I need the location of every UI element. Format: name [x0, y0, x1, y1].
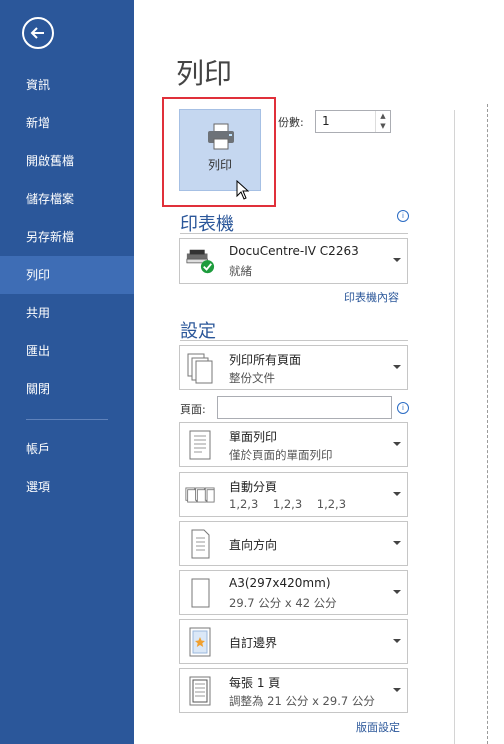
pages-per-sheet-title: 每張 1 頁	[229, 676, 281, 690]
sidebar-item-save[interactable]: 儲存檔案	[0, 180, 134, 218]
printer-name: DocuCentre-IV C2263	[229, 244, 359, 258]
sidebar-item-account[interactable]: 帳戶	[0, 430, 134, 468]
print-preview-edge	[487, 104, 488, 744]
sidebar-item-share[interactable]: 共用	[0, 294, 134, 332]
custom-margins-icon	[189, 627, 211, 657]
dropdown-arrow-icon	[393, 688, 401, 692]
backstage-sidebar: 資訊 新增 開啟舊檔 儲存檔案 另存新檔 列印 共用 匯出 關閉 帳戶 選項	[0, 0, 134, 744]
copies-spinner[interactable]: ▲ ▼	[375, 111, 390, 132]
portrait-orientation-icon	[191, 529, 210, 559]
spin-up-icon[interactable]: ▲	[376, 111, 390, 121]
dropdown-arrow-icon	[393, 365, 401, 369]
copies-input[interactable]: 1 ▲ ▼	[315, 110, 391, 133]
paper-size-icon	[191, 578, 210, 608]
dropdown-arrow-icon	[393, 590, 401, 594]
printer-device-icon	[186, 249, 215, 274]
page-setup-link[interactable]: 版面設定	[356, 719, 400, 735]
pages-per-sheet-dropdown[interactable]: 每張 1 頁 調整為 21 公分 x 29.7 公分	[179, 668, 408, 713]
print-range-dropdown[interactable]: 列印所有頁面 整份文件	[179, 345, 408, 390]
info-icon[interactable]: i	[397, 402, 409, 414]
section-divider	[180, 233, 408, 234]
printer-dropdown[interactable]: DocuCentre-IV C2263 就緒	[179, 238, 408, 284]
info-icon[interactable]: i	[397, 210, 409, 222]
print-range-subtitle: 整份文件	[229, 371, 275, 385]
page-title: 列印	[176, 57, 233, 90]
orientation-dropdown[interactable]: 直向方向	[179, 521, 408, 566]
pages-per-sheet-icon	[189, 676, 211, 706]
pages-per-sheet-subtitle: 調整為 21 公分 x 29.7 公分	[229, 694, 375, 708]
sidebar-item-print[interactable]: 列印	[0, 256, 134, 294]
spin-down-icon[interactable]: ▼	[376, 121, 390, 131]
sidebar-item-new[interactable]: 新增	[0, 104, 134, 142]
sidebar-item-export[interactable]: 匯出	[0, 332, 134, 370]
sides-title: 單面列印	[229, 430, 278, 444]
section-divider	[180, 340, 408, 341]
back-arrow-icon[interactable]	[22, 17, 54, 49]
sides-dropdown[interactable]: 單面列印 僅於頁面的單面列印	[179, 422, 408, 467]
printer-status: 就緒	[229, 264, 252, 278]
dropdown-arrow-icon	[393, 442, 401, 446]
sides-subtitle: 僅於頁面的單面列印	[229, 448, 333, 462]
print-range-title: 列印所有頁面	[229, 353, 302, 367]
printer-properties-link[interactable]: 印表機內容	[344, 289, 399, 305]
sidebar-item-save-as[interactable]: 另存新檔	[0, 218, 134, 256]
pages-input[interactable]	[217, 396, 392, 419]
collate-subtitle: 1,2,3 1,2,3 1,2,3	[229, 497, 347, 511]
sidebar-item-open[interactable]: 開啟舊檔	[0, 142, 134, 180]
margins-dropdown[interactable]: 自訂邊界	[179, 619, 408, 664]
sidebar-divider	[26, 419, 108, 420]
paper-size-subtitle: 29.7 公分 x 42 公分	[229, 596, 337, 610]
sidebar-item-info[interactable]: 資訊	[0, 66, 134, 104]
orientation-title: 直向方向	[229, 538, 278, 552]
collate-icon	[185, 487, 215, 503]
sidebar-item-options[interactable]: 選項	[0, 468, 134, 506]
all-pages-icon	[187, 353, 213, 384]
mouse-cursor-icon	[236, 180, 250, 200]
sidebar-item-close[interactable]: 關閉	[0, 370, 134, 408]
collate-title: 自動分頁	[229, 480, 278, 494]
dropdown-arrow-icon	[393, 541, 401, 545]
dropdown-arrow-icon	[393, 639, 401, 643]
copies-label: 份數:	[278, 116, 304, 129]
dropdown-arrow-icon	[393, 492, 401, 496]
pane-divider	[454, 110, 455, 744]
pages-label: 頁面:	[180, 403, 206, 416]
paper-size-dropdown[interactable]: A3(297x420mm) 29.7 公分 x 42 公分	[179, 570, 408, 615]
dropdown-arrow-icon	[393, 258, 401, 262]
paper-size-title: A3(297x420mm)	[229, 576, 331, 590]
copies-value: 1	[322, 114, 330, 128]
highlight-box	[162, 97, 276, 207]
collate-dropdown[interactable]: 自動分頁 1,2,3 1,2,3 1,2,3	[179, 472, 408, 517]
one-sided-icon	[189, 430, 211, 460]
margins-title: 自訂邊界	[229, 636, 278, 650]
